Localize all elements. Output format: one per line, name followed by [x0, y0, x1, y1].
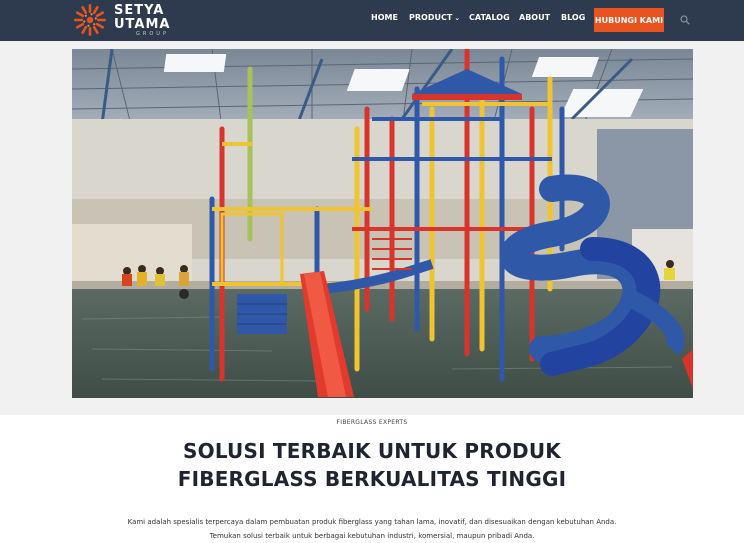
- nav-blog[interactable]: BLOG: [561, 13, 585, 22]
- intro-line-2: Temukan solusi terbaik untuk berbagai ke…: [209, 532, 535, 540]
- nav-catalog[interactable]: CATALOG: [469, 13, 510, 22]
- nav-product-label: PRODUCT: [409, 13, 453, 22]
- chevron-down-icon: ⌄: [454, 14, 461, 22]
- intro-paragraph: Kami adalah spesialis terpercaya dalam p…: [0, 515, 744, 543]
- water-park-photo: [72, 49, 693, 398]
- nav-about[interactable]: ABOUT: [519, 13, 550, 22]
- intro-line-1: Kami adalah spesialis terpercaya dalam p…: [127, 518, 617, 526]
- section-eyebrow: FIBERGLASS EXPERTS: [336, 419, 408, 426]
- nav-product[interactable]: PRODUCT ⌄: [409, 13, 460, 22]
- search-icon[interactable]: [680, 15, 690, 25]
- page-title-line-2: FIBERGLASS BERKUALITAS TINGGI: [177, 467, 567, 491]
- page-title: SOLUSI TERBAIK UNTUK PRODUK FIBERGLASS B…: [0, 437, 744, 493]
- hero-image: [72, 49, 693, 398]
- site-header: SETYA UTAMA GROUP HOME PRODUCT ⌄ CATALOG …: [0, 0, 744, 41]
- contact-us-button[interactable]: HUBUNGI KAMI: [594, 8, 664, 32]
- page-title-line-1: SOLUSI TERBAIK UNTUK PRODUK: [183, 439, 561, 463]
- nav-home[interactable]: HOME: [371, 13, 398, 22]
